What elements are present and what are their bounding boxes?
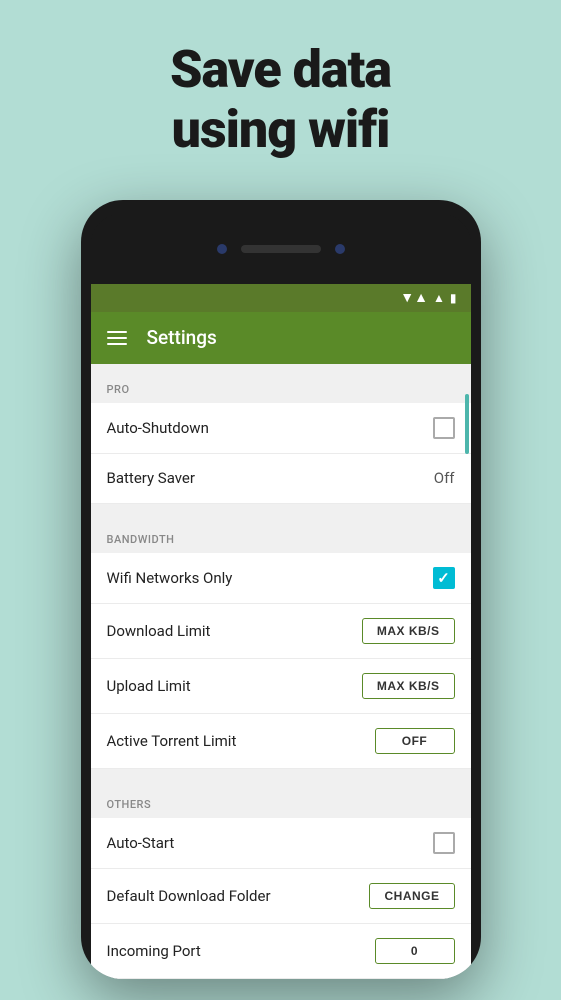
others-section-header: OTHERS [91,779,471,818]
phone-wrapper: ▼▲ ▲ ▮ Settings PRO Aut [81,200,481,979]
auto-start-checkbox[interactable] [433,832,455,854]
others-section: OTHERS Auto-Start Default Download Folde… [91,779,471,979]
upload-limit-label: Upload Limit [107,677,191,695]
bandwidth-section: BANDWIDTH Wifi Networks Only Download Li… [91,514,471,769]
pro-label: PRO [107,383,130,396]
auto-shutdown-checkbox[interactable] [433,417,455,439]
headline-text: Save data using wifi [170,40,391,160]
camera-area [217,244,345,254]
wifi-networks-row: Wifi Networks Only [91,553,471,604]
auto-start-label: Auto-Start [107,834,175,852]
toolbar: Settings [91,312,471,364]
phone-frame: ▼▲ ▲ ▮ Settings PRO Aut [81,200,481,979]
incoming-port-row: Incoming Port 0 [91,924,471,979]
camera-dot-left [217,244,227,254]
hamburger-line2 [107,337,127,339]
download-limit-row: Download Limit MAX KB/S [91,604,471,659]
status-bar: ▼▲ ▲ ▮ [91,284,471,312]
scrollbar[interactable] [465,394,469,454]
wifi-networks-checkbox[interactable] [433,567,455,589]
bandwidth-section-header: BANDWIDTH [91,514,471,553]
hamburger-line3 [107,343,127,345]
battery-saver-value: Off [434,469,455,487]
bandwidth-label: BANDWIDTH [107,533,175,546]
hamburger-menu[interactable] [107,331,127,345]
pro-section: PRO Auto-Shutdown Battery Saver Off [91,364,471,504]
signal-icon: ▲ [433,291,445,305]
divider-1 [91,504,471,514]
bandwidth-settings-list: Wifi Networks Only Download Limit MAX KB… [91,553,471,769]
active-torrent-button[interactable]: OFF [375,728,455,754]
auto-shutdown-label: Auto-Shutdown [107,419,209,437]
divider-2 [91,769,471,779]
others-settings-list: Auto-Start Default Download Folder CHANG… [91,818,471,979]
download-limit-button[interactable]: MAX KB/S [362,618,455,644]
incoming-port-button[interactable]: 0 [375,938,455,964]
others-label: OTHERS [107,798,152,811]
battery-saver-label: Battery Saver [107,469,195,487]
hamburger-line1 [107,331,127,333]
default-download-row: Default Download Folder CHANGE [91,869,471,924]
incoming-port-label: Incoming Port [107,942,201,960]
auto-shutdown-row: Auto-Shutdown [91,403,471,454]
active-torrent-label: Active Torrent Limit [107,732,237,750]
battery-icon: ▮ [450,291,457,305]
screen-content: PRO Auto-Shutdown Battery Saver Off [91,364,471,979]
wifi-networks-label: Wifi Networks Only [107,569,233,587]
toolbar-title: Settings [147,326,217,349]
status-icons: ▼▲ ▲ ▮ [400,289,456,306]
auto-start-row: Auto-Start [91,818,471,869]
default-download-label: Default Download Folder [107,887,271,905]
camera-dot-right [335,244,345,254]
phone-top-bar [91,214,471,284]
wifi-icon: ▼▲ [400,289,428,306]
headline: Save data using wifi [170,40,391,160]
pro-settings-list: Auto-Shutdown Battery Saver Off [91,403,471,504]
pro-section-header: PRO [91,364,471,403]
speaker [241,245,321,253]
battery-saver-row[interactable]: Battery Saver Off [91,454,471,504]
upload-limit-row: Upload Limit MAX KB/S [91,659,471,714]
download-limit-label: Download Limit [107,622,211,640]
upload-limit-button[interactable]: MAX KB/S [362,673,455,699]
default-download-button[interactable]: CHANGE [369,883,454,909]
active-torrent-row: Active Torrent Limit OFF [91,714,471,769]
